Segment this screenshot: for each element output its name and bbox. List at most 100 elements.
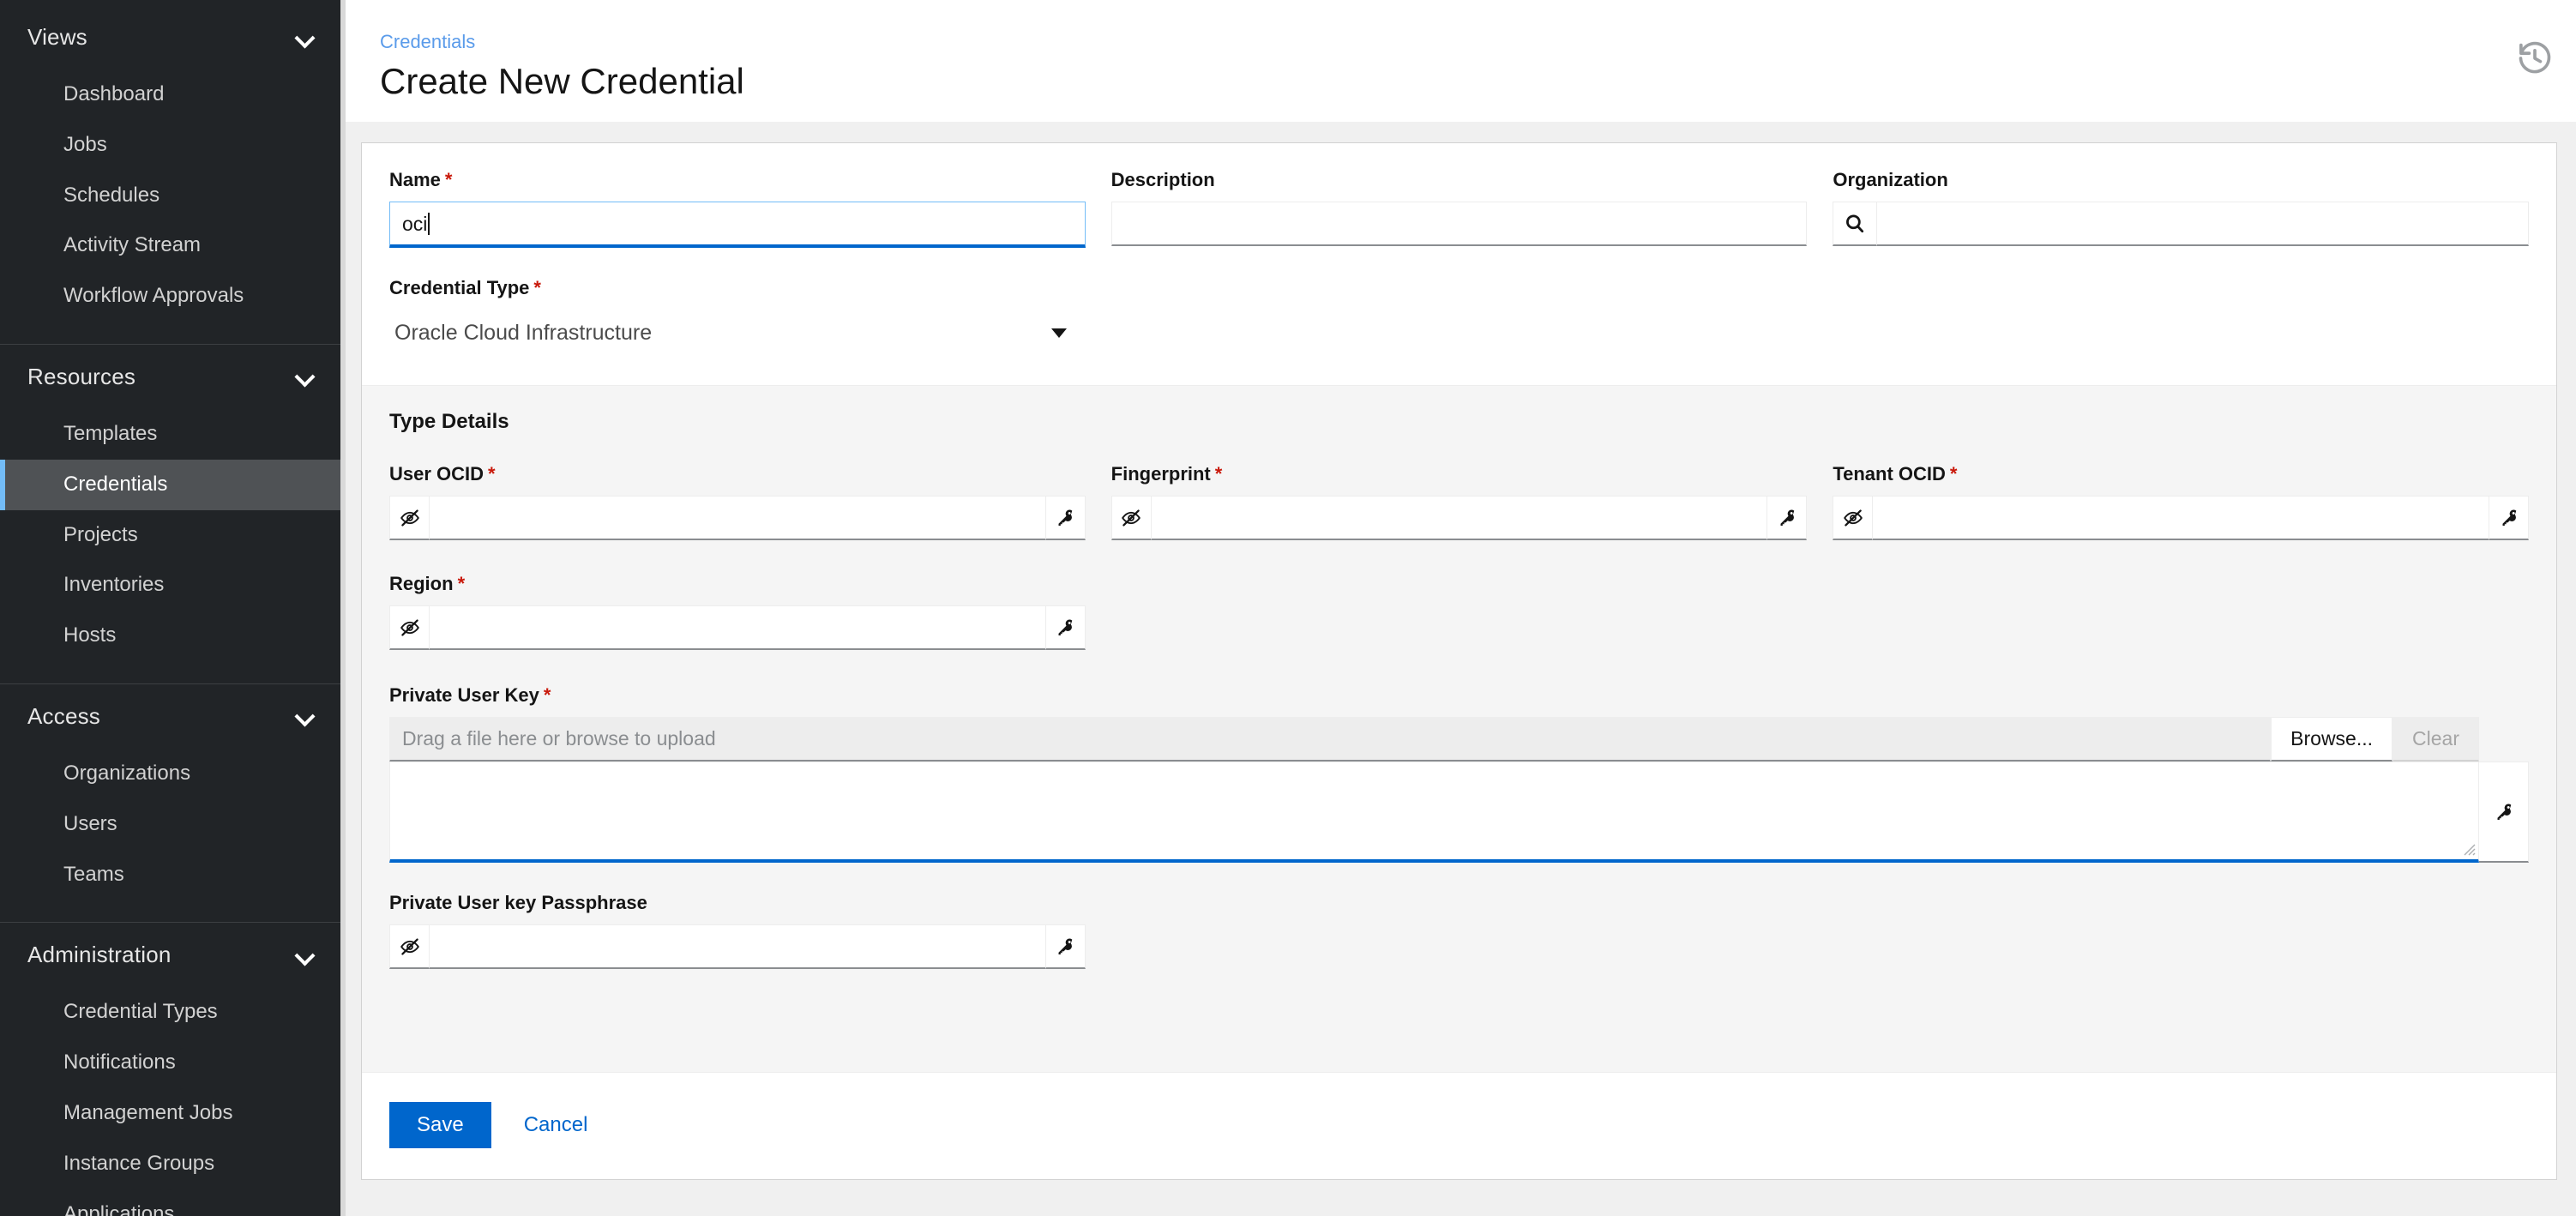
eye-slash-icon[interactable] — [1833, 496, 1873, 541]
credential-form-card: Name * oci Description Organization Cred… — [361, 142, 2557, 1181]
sidebar-item-management-jobs[interactable]: Management Jobs — [0, 1088, 346, 1139]
nav-group-header-resources[interactable]: Resources — [0, 345, 346, 409]
private-user-key-textarea[interactable] — [389, 762, 2479, 864]
tenant-ocid-input[interactable] — [1872, 496, 2489, 541]
chevron-down-icon[interactable] — [296, 707, 315, 725]
organization-label: Organization — [1833, 169, 2529, 191]
chevron-down-icon[interactable] — [296, 367, 315, 386]
private-user-key-label: Private User Key * — [389, 684, 2529, 707]
required-marker: * — [457, 573, 466, 595]
sidebar-item-workflow-approvals[interactable]: Workflow Approvals — [0, 271, 346, 322]
passphrase-input-group — [389, 924, 1086, 970]
key-icon[interactable] — [1045, 496, 1086, 541]
sidebar-item-projects[interactable]: Projects — [0, 510, 346, 561]
key-icon[interactable] — [2489, 496, 2529, 541]
fingerprint-input[interactable] — [1150, 496, 1768, 541]
eye-slash-icon[interactable] — [389, 496, 429, 541]
organization-input[interactable] — [1875, 202, 2529, 247]
main-area: Credentials Create New Credential Name *… — [346, 0, 2576, 1216]
private-key-textarea-row — [389, 762, 2529, 864]
eye-slash-icon[interactable] — [389, 924, 429, 970]
required-marker: * — [533, 277, 541, 299]
tenant-ocid-label: Tenant OCID * — [1833, 463, 2529, 485]
nav-group-administration: Administration Credential Types Notifica… — [0, 923, 346, 1216]
search-icon[interactable] — [1833, 202, 1876, 247]
nav-group-header-views[interactable]: Views — [0, 5, 346, 69]
passphrase-label: Private User key Passphrase — [389, 892, 1086, 914]
chevron-down-icon[interactable] — [296, 28, 315, 47]
description-input[interactable] — [1110, 202, 1808, 247]
sidebar-item-organizations[interactable]: Organizations — [0, 749, 346, 799]
nav-group-header-access[interactable]: Access — [0, 684, 346, 749]
sidebar-item-dashboard[interactable]: Dashboard — [0, 69, 346, 120]
credential-type-field-group: Credential Type * Oracle Cloud Infrastruc… — [389, 277, 1086, 358]
key-icon[interactable] — [1045, 605, 1086, 651]
credential-type-select[interactable]: Oracle Cloud Infrastructure — [389, 310, 1086, 358]
required-marker: * — [543, 684, 551, 707]
type-details-section: Type Details User OCID * Fingerprint * T… — [362, 385, 2556, 1073]
description-field-group: Description — [1110, 169, 1808, 248]
sidebar-item-templates[interactable]: Templates — [0, 409, 346, 460]
basic-fields-grid: Name * oci Description Organization — [389, 169, 2529, 253]
file-drop-zone[interactable]: Drag a file here or browse to upload — [389, 717, 2272, 762]
description-label: Description — [1111, 169, 1808, 191]
save-button[interactable]: Save — [389, 1102, 491, 1149]
key-icon[interactable] — [2479, 762, 2529, 864]
sidebar-item-credentials[interactable]: Credentials — [0, 459, 346, 510]
credential-type-grid: Credential Type * Oracle Cloud Infrastruc… — [389, 277, 2529, 363]
sidebar-item-schedules[interactable]: Schedules — [0, 171, 346, 221]
private-user-key-field-group: Private User Key * Drag a file here or br… — [389, 684, 2529, 864]
sidebar-item-teams[interactable]: Teams — [0, 850, 346, 900]
sidebar-item-instance-groups[interactable]: Instance Groups — [0, 1139, 346, 1189]
credential-type-label: Credential Type * — [389, 277, 1086, 299]
region-input-group — [389, 605, 1086, 651]
sidebar-item-users[interactable]: Users — [0, 799, 346, 850]
passphrase-row: Private User key Passphrase — [389, 892, 2529, 974]
nav-group-header-administration[interactable]: Administration — [0, 923, 346, 987]
description-label-text: Description — [1110, 169, 1215, 191]
passphrase-input[interactable] — [429, 924, 1046, 970]
caret-down-icon[interactable] — [1050, 328, 1067, 339]
eye-slash-icon[interactable] — [1110, 496, 1151, 541]
sidebar-item-applications[interactable]: Applications — [0, 1189, 346, 1216]
sidebar-item-jobs[interactable]: Jobs — [0, 120, 346, 171]
history-icon[interactable] — [2516, 39, 2554, 77]
nav-group-label: Resources — [27, 363, 136, 389]
credential-type-label-text: Credential Type — [389, 277, 530, 299]
name-input[interactable] — [389, 202, 1086, 249]
browse-button[interactable]: Browse... — [2271, 717, 2393, 762]
sidebar-item-hosts[interactable]: Hosts — [0, 611, 346, 661]
key-icon[interactable] — [1767, 496, 1808, 541]
sidebar-item-inventories[interactable]: Inventories — [0, 560, 346, 611]
fingerprint-label-text: Fingerprint — [1110, 463, 1211, 485]
eye-slash-icon[interactable] — [389, 605, 429, 651]
breadcrumb-credentials[interactable]: Credentials — [380, 31, 475, 53]
region-input[interactable] — [429, 605, 1046, 651]
nav-group-views: Views Dashboard Jobs Schedules Activity … — [0, 5, 346, 344]
fingerprint-field-group: Fingerprint * — [1110, 463, 1808, 541]
fingerprint-label: Fingerprint * — [1111, 463, 1808, 485]
key-icon[interactable] — [1045, 924, 1086, 970]
organization-field-group: Organization — [1833, 169, 2529, 248]
page-title: Create New Credential — [380, 61, 744, 101]
user-ocid-input[interactable] — [429, 496, 1046, 541]
chevron-down-icon[interactable] — [296, 946, 315, 965]
required-marker: * — [1949, 463, 1958, 485]
form-basic-section: Name * oci Description Organization Cred… — [362, 143, 2556, 386]
cancel-button[interactable]: Cancel — [500, 1102, 612, 1148]
organization-label-text: Organization — [1833, 169, 1948, 191]
private-key-textarea-holder — [389, 762, 2479, 864]
type-details-row-2: Region * — [389, 573, 2529, 655]
sidebar-item-activity-stream[interactable]: Activity Stream — [0, 220, 346, 271]
region-label: Region * — [389, 573, 1086, 595]
sidebar-item-notifications[interactable]: Notifications — [0, 1038, 346, 1088]
type-details-row-1: User OCID * Fingerprint * Tenant OCID * — [389, 463, 2529, 545]
file-upload-row: Drag a file here or browse to upload Bro… — [389, 717, 2479, 762]
nav-items-resources: Templates Credentials Projects Inventori… — [0, 409, 346, 683]
nav-group-label: Administration — [27, 942, 172, 968]
sidebar-item-credential-types[interactable]: Credential Types — [0, 987, 346, 1038]
passphrase-label-text: Private User key Passphrase — [389, 892, 647, 914]
